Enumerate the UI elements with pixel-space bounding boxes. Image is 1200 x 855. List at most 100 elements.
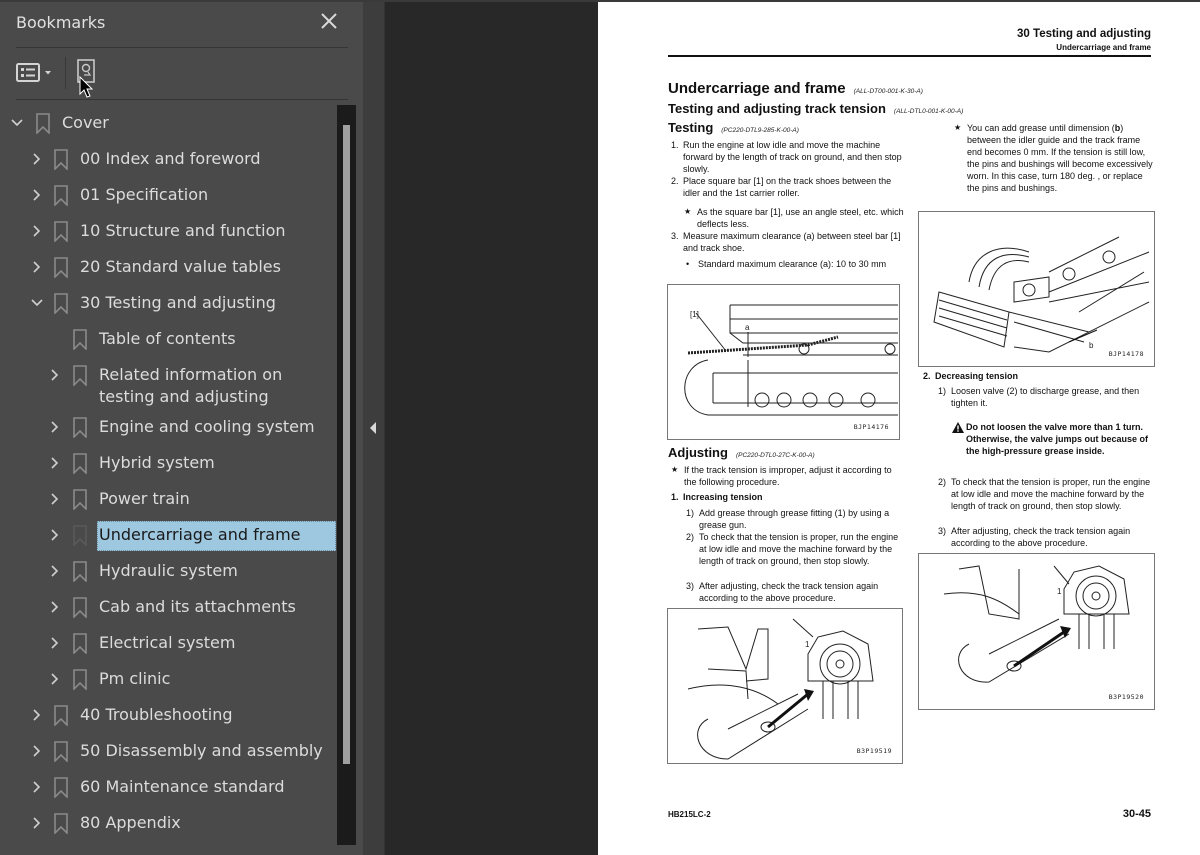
bookmark-label: Cab and its attachments <box>99 597 296 616</box>
star-mark: ★ <box>954 123 962 132</box>
figure-id: B3P19520 <box>1108 693 1144 701</box>
chevron-right-icon[interactable] <box>48 368 62 382</box>
warning-text: Do not loosen the valve more than 1 turn… <box>966 422 1149 456</box>
track-side-diagram: [1] a <box>684 304 898 416</box>
subtitle-text: Testing and adjusting track tension <box>668 101 886 116</box>
chevron-right-icon[interactable] <box>48 636 62 650</box>
testing-step-1: 1. Run the engine at low idle and move th… <box>671 139 903 175</box>
collapse-panel-arrow-icon[interactable] <box>369 421 377 435</box>
clearance-label: a <box>745 323 750 332</box>
step-number: 3. <box>671 231 679 241</box>
bookmark-item[interactable]: Electrical system <box>0 626 336 660</box>
bookmark-icon <box>54 705 68 726</box>
chevron-right-icon[interactable] <box>30 708 44 722</box>
chevron-down-icon[interactable] <box>30 296 44 310</box>
chevron-right-icon[interactable] <box>30 224 44 238</box>
bookmark-item[interactable]: 50 Disassembly and assembly <box>0 734 336 768</box>
increasing-heading: 1. Increasing tension <box>671 491 901 503</box>
step-text: After adjusting, check the track tension… <box>951 526 1131 548</box>
bookmark-label: 40 Troubleshooting <box>80 705 233 724</box>
bookmark-label: 60 Maintenance standard <box>80 777 285 796</box>
bookmark-item[interactable]: 10 Structure and function <box>0 214 336 248</box>
bookmark-label: 50 Disassembly and assembly <box>80 741 323 760</box>
chevron-right-icon[interactable] <box>30 260 44 274</box>
chevron-right-icon[interactable] <box>30 744 44 758</box>
chevron-right-icon[interactable] <box>30 188 44 202</box>
testing-code: (PC220-DTL9-285-K-00-A) <box>721 127 799 134</box>
fitting-label: 1 <box>805 640 810 649</box>
chevron-right-icon[interactable] <box>48 420 62 434</box>
step-number: 2. <box>671 176 679 186</box>
figure-id: BJP14178 <box>1108 350 1144 358</box>
bookmark-item[interactable]: Cab and its attachments <box>0 590 336 624</box>
bookmark-item[interactable]: Power train <box>0 482 336 516</box>
bookmark-item[interactable]: 20 Standard value tables <box>0 250 336 284</box>
chevron-right-icon[interactable] <box>48 528 62 542</box>
step-text: After adjusting, check the track tension… <box>699 581 879 603</box>
chevron-right-icon[interactable] <box>48 456 62 470</box>
chevron-right-icon[interactable] <box>30 152 44 166</box>
intro-text: If the track tension is improper, adjust… <box>684 465 892 487</box>
chevron-right-icon[interactable] <box>30 780 44 794</box>
chevron-right-icon[interactable] <box>48 672 62 686</box>
bookmark-item[interactable]: Undercarriage and frame <box>0 518 336 552</box>
bookmark-label: Table of contents <box>99 329 236 348</box>
decreasing-step-3: 3) After adjusting, check the track tensi… <box>938 525 1154 549</box>
bookmark-item[interactable]: Table of contents <box>0 322 336 356</box>
close-panel-button[interactable] <box>318 10 340 32</box>
close-icon <box>321 13 337 29</box>
dimension-label: b <box>1089 341 1094 350</box>
bookmark-item[interactable]: Engine and cooling system <box>0 410 336 444</box>
bookmark-icon <box>54 741 68 762</box>
bookmark-item[interactable]: 60 Maintenance standard <box>0 770 336 804</box>
valve-label: 1 <box>1057 587 1062 596</box>
bookmark-item[interactable]: Cover <box>0 106 336 140</box>
step-text: Place square bar [1] on the track shoes … <box>683 176 892 198</box>
step-number: 2) <box>938 477 947 487</box>
bookmark-item[interactable]: 80 Appendix <box>0 806 336 840</box>
chevron-right-icon[interactable] <box>48 492 62 506</box>
idler-dimension-diagram: b <box>933 236 1150 353</box>
page-title: Undercarriage and frame (ALL-DT00-001-K-3… <box>668 80 923 97</box>
step-text: To check that the tension is proper, run… <box>951 477 1151 511</box>
step-text: Run the engine at low idle and move the … <box>683 140 902 174</box>
step-number: 2) <box>686 532 695 542</box>
bookmark-icon <box>54 185 68 206</box>
adjusting-heading: Adjusting (PC220-DTL0-27C-K-00-A) <box>668 445 815 460</box>
bookmark-item[interactable]: Hybrid system <box>0 446 336 480</box>
testing-step-3: 3. Measure maximum clearance (a) between … <box>671 230 903 254</box>
bookmark-item[interactable]: Related information on testing and adjus… <box>0 358 336 410</box>
bookmark-label: Engine and cooling system <box>99 417 315 436</box>
bookmark-item[interactable]: Pm clinic <box>0 662 336 696</box>
heading-text: Increasing tension <box>683 492 763 502</box>
increasing-step-3: 3) After adjusting, check the track tensi… <box>686 580 902 604</box>
bar-label: [1] <box>690 310 699 319</box>
chevron-down-icon[interactable] <box>10 116 24 130</box>
testing-standard: • Standard maximum clearance (a): 10 to 3… <box>686 258 900 270</box>
panel-title: Bookmarks <box>16 13 106 32</box>
chevron-right-icon[interactable] <box>30 816 44 830</box>
bookmark-item[interactable]: Hydraulic system <box>0 554 336 588</box>
chevron-right-icon[interactable] <box>48 600 62 614</box>
header-rule <box>668 55 1151 57</box>
chevron-right-icon[interactable] <box>48 564 62 578</box>
bookmark-icon <box>73 365 87 386</box>
figure-valve: 1 B3P19520 <box>918 553 1155 710</box>
bookmark-item[interactable]: 00 Index and foreword <box>0 142 336 176</box>
bookmark-options-button[interactable] <box>16 60 58 86</box>
bookmark-icon <box>54 221 68 242</box>
footer-page-number: 30-45 <box>1122 808 1151 820</box>
bookmark-icon <box>54 257 68 278</box>
bookmark-item[interactable]: 30 Testing and adjusting <box>0 286 336 320</box>
bookmark-item[interactable]: 01 Specification <box>0 178 336 212</box>
tree-scrollbar-thumb[interactable] <box>343 125 350 764</box>
bookmark-label: 30 Testing and adjusting <box>80 293 276 312</box>
bookmark-label: Power train <box>99 489 190 508</box>
bookmark-icon <box>73 525 87 546</box>
bullet: • <box>686 259 690 269</box>
bookmark-icon <box>54 777 68 798</box>
warning-triangle-icon <box>952 422 964 433</box>
title-text: Undercarriage and frame <box>668 80 846 97</box>
figure-id: BJP14176 <box>853 423 889 431</box>
bookmark-item[interactable]: 40 Troubleshooting <box>0 698 336 732</box>
